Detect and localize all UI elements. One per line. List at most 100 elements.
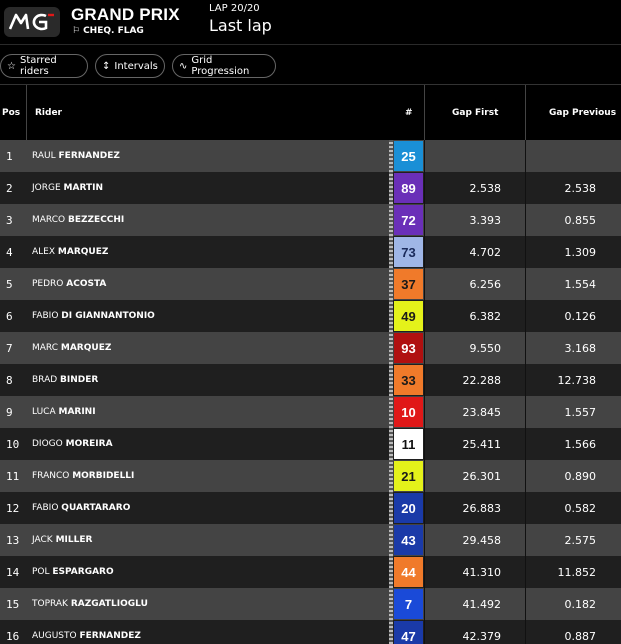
rider-number-badge: 7: [394, 589, 423, 619]
column-pos: Pos: [2, 108, 21, 118]
rider-number-badge: 11: [394, 429, 423, 459]
column-divider: [424, 492, 425, 524]
rider-last-name: MORBIDELLI: [72, 471, 135, 481]
table-row[interactable]: 10 DIOGO MOREIRA 11 25.411 1.566: [0, 428, 621, 460]
lap-status: Last lap: [209, 16, 272, 35]
row-position: 12: [6, 501, 20, 515]
row-position: 4: [6, 245, 13, 259]
column-divider: [424, 524, 425, 556]
row-gap-previous: [526, 140, 596, 172]
row-rider-name: POL ESPARGARO: [32, 556, 114, 588]
intervals-label: Intervals: [114, 60, 158, 72]
table-row[interactable]: 12 FABIO QUARTARARO 20 26.883 0.582: [0, 492, 621, 524]
row-gap-first: 41.310: [462, 565, 502, 579]
row-gap-first: 41.492: [462, 597, 502, 611]
rider-number-badge: 49: [394, 301, 423, 331]
row-gap-first: 42.379: [462, 629, 502, 643]
row-gap-previous: 12.738: [557, 373, 597, 387]
row-rider-name: AUGUSTO FERNANDEZ: [32, 620, 141, 644]
table-row[interactable]: 16 AUGUSTO FERNANDEZ 47 42.379 0.887: [0, 620, 621, 644]
rider-first-name: BRAD: [32, 375, 58, 385]
rider-number-badge: 37: [394, 269, 423, 299]
row-gap-previous: 0.887: [564, 629, 597, 643]
starred-riders-button[interactable]: ☆ Starred riders: [0, 54, 88, 78]
rider-first-name: TOPRAK: [32, 599, 68, 609]
table-row[interactable]: 1 RAUL FERNANDEZ 25: [0, 140, 621, 172]
column-divider: [424, 236, 425, 268]
row-rider-name: PEDRO ACOSTA: [32, 268, 106, 300]
row-position: 9: [6, 405, 13, 419]
row-gap-first: 26.301: [462, 469, 502, 483]
row-position: 16: [6, 629, 20, 643]
row-position: 15: [6, 597, 20, 611]
row-rider-name: MARC MARQUEZ: [32, 332, 111, 364]
table-row[interactable]: 9 LUCA MARINI 10 23.845 1.557: [0, 396, 621, 428]
row-rider-name: FABIO DI GIANNANTONIO: [32, 300, 155, 332]
table-row[interactable]: 5 PEDRO ACOSTA 37 6.256 1.554: [0, 268, 621, 300]
rider-first-name: FABIO: [32, 503, 59, 513]
rider-first-name: FRANCO: [32, 471, 70, 481]
row-position: 8: [6, 373, 13, 387]
column-rider: Rider: [35, 108, 62, 118]
team-stripe: [389, 140, 393, 172]
flag-status-label: CHEQ. FLAG: [83, 26, 144, 36]
checkered-flag-icon: ⚐: [72, 26, 81, 36]
session-title: GRAND PRIX: [71, 5, 180, 24]
table-row[interactable]: 2 JORGE MARTIN 89 2.538 2.538: [0, 172, 621, 204]
row-position: 3: [6, 213, 13, 227]
row-gap-previous: 0.582: [564, 501, 597, 515]
rider-first-name: JACK: [32, 535, 53, 545]
rider-last-name: BEZZECCHI: [67, 215, 125, 225]
table-row[interactable]: 11 FRANCO MORBIDELLI 21 26.301 0.890: [0, 460, 621, 492]
intervals-button[interactable]: ↕ Intervals: [95, 54, 165, 78]
team-stripe: [389, 236, 393, 268]
team-stripe: [389, 556, 393, 588]
table-row[interactable]: 7 MARC MARQUEZ 93 9.550 3.168: [0, 332, 621, 364]
table-row[interactable]: 14 POL ESPARGARO 44 41.310 11.852: [0, 556, 621, 588]
table-row[interactable]: 6 FABIO DI GIANNANTONIO 49 6.382 0.126: [0, 300, 621, 332]
row-rider-name: RAUL FERNANDEZ: [32, 140, 120, 172]
row-rider-name: DIOGO MOREIRA: [32, 428, 113, 460]
row-rider-name: BRAD BINDER: [32, 364, 98, 396]
team-stripe: [389, 492, 393, 524]
row-gap-first: 6.382: [469, 309, 502, 323]
row-rider-name: MARCO BEZZECCHI: [32, 204, 124, 236]
row-rider-name: FABIO QUARTARARO: [32, 492, 130, 524]
row-rider-name: JACK MILLER: [32, 524, 92, 556]
grid-progression-button[interactable]: ∿ Grid Progression: [172, 54, 276, 78]
row-position: 14: [6, 565, 20, 579]
column-divider: [525, 85, 526, 141]
column-divider: [424, 620, 425, 644]
table-row[interactable]: 15 TOPRAK RAZGATLIOGLU 7 41.492 0.182: [0, 588, 621, 620]
row-gap-previous: 1.557: [564, 405, 597, 419]
table-row[interactable]: 3 MARCO BEZZECCHI 72 3.393 0.855: [0, 204, 621, 236]
row-position: 13: [6, 533, 20, 547]
flag-status: ⚐ CHEQ. FLAG: [72, 26, 144, 36]
table-row[interactable]: 13 JACK MILLER 43 29.458 2.575: [0, 524, 621, 556]
rider-first-name: AUGUSTO: [32, 631, 77, 641]
row-position: 7: [6, 341, 13, 355]
table-row[interactable]: 8 BRAD BINDER 33 22.288 12.738: [0, 364, 621, 396]
rider-number-badge: 21: [394, 461, 423, 491]
column-divider: [424, 268, 425, 300]
column-divider: [424, 204, 425, 236]
motogp-logo[interactable]: [4, 7, 60, 37]
grid-progression-label: Grid Progression: [191, 55, 250, 77]
motogp-logo-icon: [8, 13, 54, 31]
rider-number-badge: 33: [394, 365, 423, 395]
row-gap-first: 23.845: [462, 405, 502, 419]
table-row[interactable]: 4 ALEX MARQUEZ 73 4.702 1.309: [0, 236, 621, 268]
team-stripe: [389, 428, 393, 460]
team-stripe: [389, 588, 393, 620]
rider-number-badge: 10: [394, 397, 423, 427]
row-gap-previous: 1.566: [564, 437, 597, 451]
row-gap-first: 2.538: [469, 181, 502, 195]
row-gap-first: 6.256: [469, 277, 502, 291]
row-gap-previous: 1.554: [564, 277, 597, 291]
team-stripe: [389, 460, 393, 492]
column-gap-first: Gap First: [452, 108, 499, 118]
row-gap-previous: 2.538: [564, 181, 597, 195]
column-divider: [424, 85, 425, 141]
row-gap-previous: 0.126: [564, 309, 597, 323]
rider-number-badge: 73: [394, 237, 423, 267]
